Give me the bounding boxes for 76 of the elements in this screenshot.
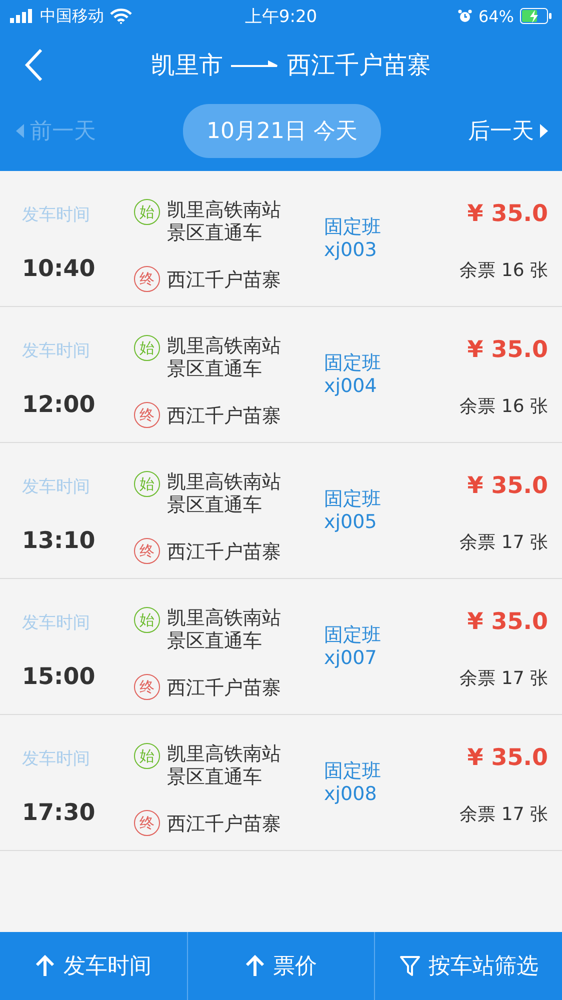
start-station: 凯里高铁南站景区直通车 (167, 335, 282, 381)
departure-time: 12:00 (22, 392, 96, 418)
trip-row[interactable]: 发车时间 10:40 始 凯里高铁南站景区直通车 终 西江千户苗寨 固定班 xj003 ¥ 35.0 余票 16 张 (0, 171, 562, 307)
remaining-tickets: 余票 17 张 (460, 531, 548, 554)
right-triangle-icon (540, 124, 548, 138)
destination-name: 西江千户苗寨 (287, 50, 431, 81)
trip-row[interactable]: 发车时间 13:10 始 凯里高铁南站景区直通车 终 西江千户苗寨 固定班 xj005 ¥ 35.0 余票 17 张 (0, 443, 562, 579)
up-arrow-icon (245, 954, 265, 978)
status-time: 上午9:20 (244, 6, 318, 28)
trip-row[interactable]: 发车时间 15:00 始 凯里高铁南站景区直通车 终 西江千户苗寨 固定班 xj007 ¥ 35.0 余票 17 张 (0, 579, 562, 715)
end-station: 西江千户苗寨 (167, 677, 282, 700)
end-station: 西江千户苗寨 (167, 813, 282, 836)
trip-type: 固定班 (324, 352, 382, 374)
end-badge: 终 (134, 266, 160, 292)
left-triangle-icon (16, 124, 24, 138)
start-badge: 始 (134, 335, 160, 361)
alarm-icon (458, 9, 472, 23)
trip-type: 固定班 (324, 216, 382, 238)
remaining-tickets: 余票 16 张 (460, 259, 548, 282)
departure-time: 13:10 (22, 528, 96, 554)
sort-button[interactable]: 票价 (188, 932, 376, 1000)
trip-type: 固定班 (324, 488, 382, 510)
back-icon[interactable] (24, 48, 44, 82)
end-badge: 终 (134, 538, 160, 564)
end-station: 西江千户苗寨 (167, 269, 282, 292)
start-badge: 始 (134, 607, 160, 633)
ticket-price: ¥ 35.0 (467, 201, 548, 227)
carrier-name: 中国移动 (40, 6, 104, 26)
signal-icon (10, 9, 34, 23)
battery-icon (520, 8, 552, 24)
battery-percent: 64% (478, 6, 514, 26)
start-badge: 始 (134, 743, 160, 769)
start-station: 凯里高铁南站景区直通车 (167, 743, 282, 789)
remaining-tickets: 余票 16 张 (460, 395, 548, 418)
trip-row[interactable]: 发车时间 17:30 始 凯里高铁南站景区直通车 终 西江千户苗寨 固定班 xj008 ¥ 35.0 余票 17 张 (0, 715, 562, 851)
trip-code: xj005 (324, 510, 378, 534)
filter-button[interactable]: 按车站筛选 (375, 932, 562, 1000)
departure-label: 发车时间 (22, 204, 91, 226)
start-station: 凯里高铁南站景区直通车 (167, 607, 282, 653)
start-station: 凯里高铁南站景区直通车 (167, 471, 282, 517)
end-badge: 终 (134, 810, 160, 836)
start-badge: 始 (134, 471, 160, 497)
start-station: 凯里高铁南站景区直通车 (167, 199, 282, 245)
trip-code: xj004 (324, 374, 378, 398)
trip-type: 固定班 (324, 624, 382, 646)
up-arrow-icon (35, 954, 56, 978)
start-badge: 始 (134, 199, 160, 225)
end-badge: 终 (134, 674, 160, 700)
departure-label: 发车时间 (22, 340, 91, 362)
remaining-tickets: 余票 17 张 (460, 667, 548, 690)
origin-city: 凯里市 (151, 50, 223, 81)
end-badge: 终 (134, 402, 160, 428)
trip-code: xj008 (324, 782, 378, 806)
end-station: 西江千户苗寨 (167, 405, 282, 428)
trip-type: 固定班 (324, 760, 382, 782)
departure-time: 15:00 (22, 664, 96, 690)
ticket-price: ¥ 35.0 (467, 609, 548, 635)
departure-time: 10:40 (22, 256, 96, 282)
departure-time: 17:30 (22, 800, 96, 826)
end-station: 西江千户苗寨 (167, 541, 282, 564)
ticket-price: ¥ 35.0 (467, 337, 548, 363)
date-selector[interactable]: 10月21日 今天 (182, 104, 382, 158)
next-day-button[interactable]: 后一天 (468, 116, 548, 146)
trip-row[interactable]: 发车时间 12:00 始 凯里高铁南站景区直通车 终 西江千户苗寨 固定班 xj004 ¥ 35.0 余票 16 张 (0, 307, 562, 443)
arrow-icon (231, 60, 279, 70)
departure-label: 发车时间 (22, 748, 91, 770)
departure-label: 发车时间 (22, 476, 91, 498)
ticket-price: ¥ 35.0 (467, 473, 548, 499)
trip-code: xj007 (324, 646, 378, 670)
filter-icon (398, 954, 421, 978)
remaining-tickets: 余票 17 张 (460, 803, 548, 826)
wifi-icon (110, 8, 132, 24)
departure-label: 发车时间 (22, 612, 91, 634)
ticket-price: ¥ 35.0 (467, 745, 548, 771)
trip-code: xj003 (324, 238, 378, 262)
sort-button[interactable]: 发车时间 (0, 932, 188, 1000)
